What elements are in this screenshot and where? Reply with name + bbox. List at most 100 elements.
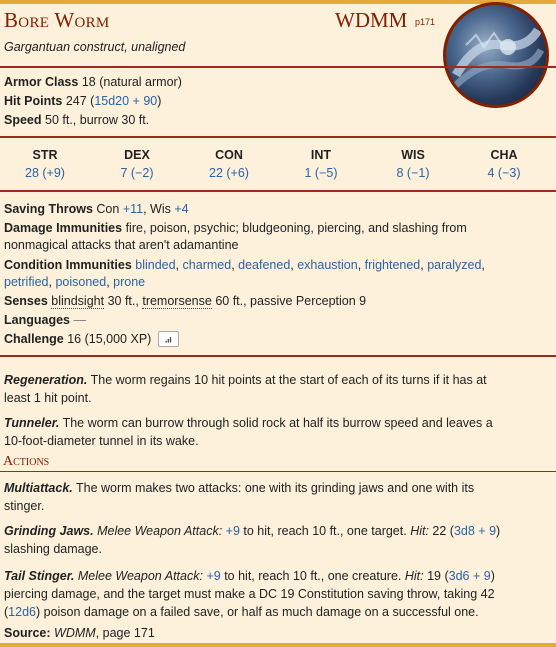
bottom-border <box>0 643 556 647</box>
attack-type: Melee Weapon Attack: <box>97 524 223 538</box>
action-tail-stinger: Tail Stinger. Melee Weapon Attack: +9 to… <box>4 567 549 621</box>
divider <box>0 136 556 138</box>
action-text-cont: ) poison damage on a failed save, or hal… <box>35 605 479 619</box>
source-line: Source: WDMM, page 171 <box>4 624 155 643</box>
condition-link[interactable]: petrified <box>4 275 48 289</box>
hit-label: Hit: <box>404 569 424 583</box>
challenge-label: Challenge <box>4 332 64 346</box>
worm-image-icon <box>451 27 545 90</box>
save-wis-label: Wis <box>150 202 171 216</box>
action-text-cont: piercing damage, and the target must mak… <box>4 587 495 601</box>
trait-name: Regeneration. <box>4 373 88 387</box>
trait-regeneration: Regeneration. The worm regains 10 hit po… <box>4 371 549 407</box>
attack-type: Melee Weapon Attack: <box>77 569 203 583</box>
source-book[interactable]: WDMM <box>54 626 96 640</box>
hit-points-roll[interactable]: 15d20 + 90 <box>94 94 157 108</box>
action-multiattack: Multiattack. The worm makes two attacks:… <box>4 479 549 515</box>
divider <box>0 190 556 192</box>
condition-link[interactable]: deafened <box>238 258 290 272</box>
ability-roll[interactable]: 8 (−1) <box>383 164 443 182</box>
armor-class-value: 18 (natural armor) <box>81 75 182 89</box>
paren-close: ) <box>490 569 495 583</box>
attack-reach: to hit, reach 10 ft., one creature. <box>224 569 402 583</box>
ability-label: STR <box>32 148 58 162</box>
senses-rest: 60 ft., passive Perception 9 <box>215 294 367 308</box>
trait-text: The worm regains 10 hit points at the st… <box>90 373 487 387</box>
statblock: Bore Worm WDMM p171 Gargantuan construct… <box>0 0 556 647</box>
trait-tunneler: Tunneler. The worm can burrow through so… <box>4 414 549 450</box>
hit-points-line: Hit Points 247 (15d20 + 90) <box>4 94 162 108</box>
trait-text-cont: 10-foot-diameter tunnel in its wake. <box>4 434 199 448</box>
attack-bonus-roll[interactable]: +9 <box>226 524 240 538</box>
divider <box>0 355 556 357</box>
armor-class-line: Armor Class 18 (natural armor) <box>4 73 182 92</box>
hit-label: Hit: <box>410 524 429 538</box>
ability-roll[interactable]: 28 (+9) <box>15 164 75 182</box>
tremorsense-term[interactable]: tremorsense <box>142 294 212 309</box>
challenge-value: 16 (15,000 XP) <box>67 332 152 346</box>
condition-immunities-label: Condition Immunities <box>4 258 132 272</box>
action-name: Multiattack. <box>4 481 73 495</box>
ability-roll[interactable]: 7 (−2) <box>107 164 167 182</box>
signal-bars-icon <box>165 336 171 343</box>
condition-link[interactable]: paralyzed <box>427 258 481 272</box>
ability-dex: DEX 7 (−2) <box>107 146 167 182</box>
hit-points-value: 247 <box>65 94 87 108</box>
paren-close: ) <box>496 524 501 538</box>
monster-portrait[interactable] <box>443 2 549 108</box>
action-grinding-jaws: Grinding Jaws. Melee Weapon Attack: +9 t… <box>4 522 549 558</box>
trait-name: Tunneler. <box>4 416 60 430</box>
armor-class-label: Armor Class <box>4 75 79 89</box>
ability-roll[interactable]: 4 (−3) <box>474 164 534 182</box>
save-con-roll[interactable]: +11 <box>123 202 143 216</box>
trait-text: The worm can burrow through solid rock a… <box>62 416 493 430</box>
condition-link[interactable]: blinded <box>135 258 175 272</box>
saving-throws-line: Saving Throws Con +11, Wis +4 <box>4 202 189 216</box>
ability-wis: WIS 8 (−1) <box>383 146 443 182</box>
action-text: The worm makes two attacks: one with its… <box>76 481 475 495</box>
source-page: , page 171 <box>95 626 155 640</box>
monster-type: Gargantuan construct, unaligned <box>4 40 186 54</box>
condition-immunities-cont: petrified, poisoned, prone <box>4 275 146 289</box>
condition-link[interactable]: exhaustion <box>297 258 357 272</box>
hit-damage: 22 ( <box>432 524 454 538</box>
blindsight-term[interactable]: blindsight <box>51 294 105 309</box>
languages-value: — <box>73 313 86 327</box>
ability-label: CHA <box>490 148 518 162</box>
divider <box>0 66 556 68</box>
saving-throws-label: Saving Throws <box>4 202 93 216</box>
condition-link[interactable]: poisoned <box>55 275 106 289</box>
attack-bonus-roll[interactable]: +9 <box>206 569 220 583</box>
ability-roll[interactable]: 1 (−5) <box>291 164 351 182</box>
languages-line: Languages — <box>4 311 86 330</box>
source-abbreviation[interactable]: WDMM <box>335 8 407 33</box>
condition-link[interactable]: prone <box>113 275 145 289</box>
damage-roll[interactable]: 3d6 + 9 <box>449 569 491 583</box>
languages-label: Languages <box>4 313 70 327</box>
senses-line: Senses blindsight 30 ft., tremorsense 60… <box>4 292 366 311</box>
action-name: Grinding Jaws. <box>4 524 94 538</box>
speed-label: Speed <box>4 113 42 127</box>
ability-roll[interactable]: 22 (+6) <box>199 164 259 182</box>
action-name: Tail Stinger. <box>4 569 75 583</box>
damage-roll[interactable]: 12d6 <box>8 605 36 619</box>
source-page-number: p171 <box>415 17 436 27</box>
save-con-label: Con <box>96 202 120 216</box>
ability-int: INT 1 (−5) <box>291 146 351 182</box>
source-label: Source: <box>4 626 51 640</box>
damage-immunities-text: fire, poison, psychic; bludgeoning, pier… <box>125 221 467 235</box>
blindsight-range: 30 ft., <box>107 294 139 308</box>
damage-roll[interactable]: 3d8 + 9 <box>454 524 496 538</box>
condition-link[interactable]: frightened <box>365 258 421 272</box>
attack-reach: to hit, reach 10 ft., one target. <box>243 524 407 538</box>
speed-line: Speed 50 ft., burrow 30 ft. <box>4 111 149 130</box>
ability-label: WIS <box>401 148 425 162</box>
actions-divider <box>0 471 556 472</box>
encounter-calculator-button[interactable] <box>157 330 179 347</box>
ability-label: CON <box>215 148 243 162</box>
challenge-line: Challenge 16 (15,000 XP) <box>4 330 179 349</box>
hit-damage: 19 ( <box>427 569 449 583</box>
save-wis-roll[interactable]: +4 <box>174 202 188 216</box>
condition-link[interactable]: charmed <box>183 258 232 272</box>
ability-label: DEX <box>124 148 150 162</box>
